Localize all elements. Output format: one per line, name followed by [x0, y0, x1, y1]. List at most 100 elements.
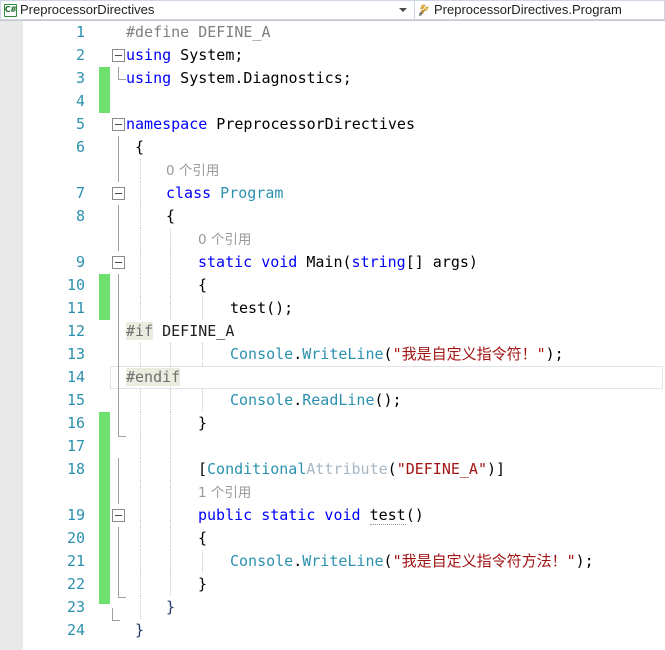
close-brace: }: [198, 414, 207, 432]
collapse-outlining-icon[interactable]: [112, 118, 125, 131]
line-number: 9: [33, 251, 85, 274]
keyword-using: using: [126, 69, 171, 87]
code-line-row[interactable]: 20 {: [0, 527, 665, 550]
line-text[interactable]: [ConditionalAttribute("DEFINE_A")]: [198, 458, 505, 481]
unsaved-change-bar: [99, 67, 110, 90]
line-text[interactable]: Console.WriteLine("我是自定义指令符！");: [230, 343, 564, 366]
code-line-row[interactable]: 5 namespace PreprocessorDirectives: [0, 113, 665, 136]
line-text[interactable]: {: [198, 527, 207, 550]
line-number: 4: [33, 90, 85, 113]
collapse-outlining-icon[interactable]: [112, 49, 125, 62]
outlining-vertical-line: [118, 343, 119, 366]
open-brace: {: [135, 138, 144, 156]
indent-guide: [170, 458, 171, 481]
line-text[interactable]: }: [198, 412, 207, 435]
code-line-row-current[interactable]: 14 #endif: [0, 366, 665, 389]
code-line-row[interactable]: 9 static void Main(string[] args): [0, 251, 665, 274]
indent-guide: [170, 527, 171, 550]
parameter-args: [] args): [406, 253, 478, 271]
keyword-namespace: namespace: [126, 115, 207, 133]
code-line-row[interactable]: 19 public static void test(): [0, 504, 665, 527]
codelens-row[interactable]: 0 个引用: [0, 228, 665, 251]
line-text[interactable]: Console.WriteLine("我是自定义指令符方法！");: [230, 550, 594, 573]
code-line-row[interactable]: 11 test();: [0, 297, 665, 320]
unsaved-change-bar: [99, 90, 110, 113]
line-number: 6: [33, 136, 85, 159]
line-number: 23: [33, 596, 85, 619]
line-text[interactable]: class Program: [166, 182, 283, 205]
codelens-references: 1 个引用: [198, 481, 251, 504]
code-line-row[interactable]: 4: [0, 90, 665, 113]
chevron-down-icon[interactable]: [392, 1, 414, 19]
code-line-row[interactable]: 3 using System.Diagnostics;: [0, 67, 665, 90]
collapse-outlining-icon[interactable]: [112, 256, 125, 269]
code-line-row[interactable]: 16 }: [0, 412, 665, 435]
indent-guide: [170, 251, 171, 274]
preprocessor-if: #if: [126, 322, 153, 340]
outlining-vertical-line: [118, 481, 119, 504]
line-text[interactable]: }: [166, 596, 175, 619]
line-number: 17: [33, 435, 85, 458]
line-text[interactable]: #if DEFINE_A: [126, 320, 234, 343]
code-line-row[interactable]: 15 Console.ReadLine();: [0, 389, 665, 412]
code-line-row[interactable]: 24 }: [0, 619, 665, 642]
class-member-icon: [415, 3, 434, 17]
indent-guide: [170, 550, 171, 573]
line-text[interactable]: public static void test(): [198, 504, 424, 527]
indent-guide: [202, 343, 203, 366]
line-text[interactable]: namespace PreprocessorDirectives: [126, 113, 415, 136]
line-text[interactable]: #define DEFINE_A: [126, 21, 271, 44]
line-text[interactable]: static void Main(string[] args): [198, 251, 478, 274]
indent-guide: [140, 550, 141, 573]
line-text[interactable]: using System;: [126, 44, 243, 67]
line-text[interactable]: }: [198, 573, 207, 596]
string-literal: "DEFINE_A": [397, 460, 487, 478]
line-text[interactable]: Console.ReadLine();: [230, 389, 402, 412]
code-line-row[interactable]: 2 using System;: [0, 44, 665, 67]
code-line-row[interactable]: 12 #if DEFINE_A: [0, 320, 665, 343]
indent-guide: [140, 435, 141, 458]
line-text[interactable]: {: [198, 274, 207, 297]
keyword-static: static: [198, 253, 252, 271]
codelens-references: 0 个引用: [198, 228, 251, 251]
code-line-row[interactable]: 8 {: [0, 205, 665, 228]
outlining-vertical-line: [118, 274, 119, 297]
line-text[interactable]: }: [135, 619, 144, 642]
code-line-row[interactable]: 17: [0, 435, 665, 458]
type-console: Console: [230, 391, 293, 409]
line-text[interactable]: #endif: [126, 366, 180, 389]
preprocessor-endif: #endif: [126, 368, 180, 386]
code-line-row[interactable]: 1 #define DEFINE_A: [0, 21, 665, 44]
string-literal: "我是自定义指令符！": [393, 345, 546, 363]
codelens-row[interactable]: 1 个引用: [0, 481, 665, 504]
codelens-reference-count[interactable]: 0 个引用: [198, 232, 251, 248]
line-text[interactable]: using System.Diagnostics;: [126, 67, 352, 90]
collapse-outlining-icon[interactable]: [112, 509, 125, 522]
code-line-row[interactable]: 13 Console.WriteLine("我是自定义指令符！");: [0, 343, 665, 366]
codelens-row[interactable]: 0 个引用: [0, 159, 665, 182]
code-line-row[interactable]: 10 {: [0, 274, 665, 297]
code-line-row[interactable]: 21 Console.WriteLine("我是自定义指令符方法！");: [0, 550, 665, 573]
code-line-row[interactable]: 18 [ConditionalAttribute("DEFINE_A")]: [0, 458, 665, 481]
outlining-vertical-line: [118, 297, 119, 320]
outlining-end-bracket: [118, 585, 126, 598]
keyword-void: void: [252, 253, 297, 271]
member-dropdown[interactable]: PreprocessorDirectives.Program: [414, 0, 665, 20]
code-line-row[interactable]: 6 {: [0, 136, 665, 159]
line-text[interactable]: {: [135, 136, 144, 159]
code-line-row[interactable]: 7 class Program: [0, 182, 665, 205]
line-text[interactable]: {: [166, 205, 175, 228]
namespace-system: System;: [171, 46, 243, 64]
code-line-row[interactable]: 23 }: [0, 596, 665, 619]
keyword-using: using: [126, 46, 171, 64]
indent-guide: [170, 435, 171, 458]
collapse-outlining-icon[interactable]: [112, 187, 125, 200]
codelens-reference-count[interactable]: 0 个引用: [166, 163, 219, 179]
project-type-dropdown[interactable]: C# PreprocessorDirectives: [0, 0, 414, 20]
keyword-static: static: [252, 506, 315, 524]
line-text[interactable]: test();: [230, 297, 293, 320]
line-number: 22: [33, 573, 85, 596]
code-editor[interactable]: 1 #define DEFINE_A 2 using System; 3 usi…: [0, 21, 665, 650]
codelens-reference-count[interactable]: 1 个引用: [198, 485, 251, 501]
code-line-row[interactable]: 22 }: [0, 573, 665, 596]
